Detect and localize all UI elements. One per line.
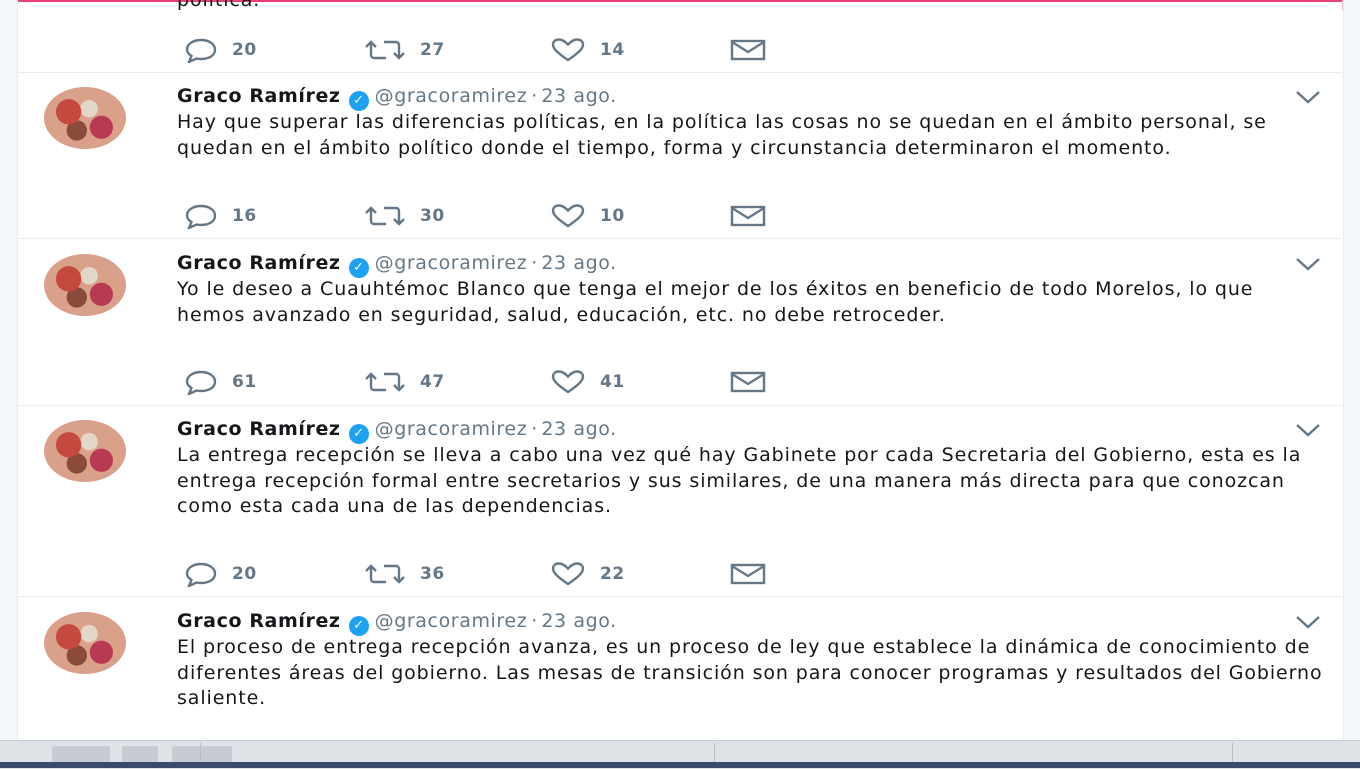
envelope-icon — [730, 39, 766, 61]
verified-badge-icon: ✓ — [348, 616, 369, 636]
tweet-actions: 61 47 41 — [184, 368, 824, 396]
verified-badge-icon: ✓ — [348, 91, 369, 111]
header-separator: · — [531, 418, 538, 440]
reply-count: 16 — [232, 206, 257, 226]
tweet-text: El proceso de entrega recepción avanza, … — [177, 636, 1323, 709]
tweet-date[interactable]: 23 ago. — [541, 610, 616, 632]
author-name[interactable]: Graco Ramírez — [177, 418, 341, 440]
tweet-text: Hay que superar las diferencias política… — [177, 111, 1267, 159]
reply-icon — [185, 562, 217, 587]
author-handle[interactable]: @gracoramirez — [375, 418, 528, 440]
direct-message-button[interactable] — [730, 560, 766, 588]
like-button[interactable]: 22 — [550, 560, 625, 588]
timeline: política. 20 27 14 Graco Ramírez ✓ @gracor… — [18, 0, 1342, 740]
tweet-actions: 20 36 22 — [184, 560, 824, 588]
author-handle[interactable]: @gracoramirez — [375, 252, 528, 274]
retweet-button[interactable]: 30 — [364, 202, 445, 230]
avatar[interactable] — [44, 612, 126, 674]
tweet[interactable]: Graco Ramírez ✓ @gracoramirez · 23 ago. El p… — [18, 597, 1342, 740]
header-separator: · — [531, 252, 538, 274]
like-button[interactable]: 14 — [550, 36, 625, 64]
tweet-text: política. — [177, 0, 261, 11]
avatar[interactable] — [44, 87, 126, 149]
taskbar-bottom-strip — [0, 762, 1360, 768]
reply-icon — [185, 38, 217, 63]
direct-message-button[interactable] — [730, 368, 766, 396]
retweet-count: 47 — [420, 372, 445, 392]
envelope-icon — [730, 563, 766, 585]
heart-icon — [551, 38, 585, 62]
retweet-icon — [365, 372, 405, 392]
retweet-count: 36 — [420, 564, 445, 584]
author-name[interactable]: Graco Ramírez — [177, 252, 341, 274]
verified-badge-icon: ✓ — [348, 424, 369, 444]
retweet-button[interactable]: 36 — [364, 560, 445, 588]
like-button[interactable]: 10 — [550, 202, 625, 230]
tweet-header: Graco Ramírez ✓ @gracoramirez · 23 ago. — [177, 251, 617, 278]
like-count: 14 — [600, 40, 625, 60]
tweet[interactable]: Graco Ramírez ✓ @gracoramirez · 23 ago. Hay … — [18, 72, 1342, 239]
direct-message-button[interactable] — [730, 202, 766, 230]
reply-button[interactable]: 16 — [184, 202, 257, 230]
reply-button[interactable]: 20 — [184, 36, 257, 64]
tweet-date[interactable]: 23 ago. — [541, 252, 616, 274]
tweet-text: La entrega recepción se lleva a cabo una… — [177, 444, 1302, 517]
reply-icon — [185, 370, 217, 395]
reply-button[interactable]: 20 — [184, 560, 257, 588]
tweet[interactable]: Graco Ramírez ✓ @gracoramirez · 23 ago. La e… — [18, 405, 1342, 597]
tweet-header: Graco Ramírez ✓ @gracoramirez · 23 ago. — [177, 609, 617, 636]
retweet-button[interactable]: 47 — [364, 368, 445, 396]
reply-icon — [185, 204, 217, 229]
reply-count: 61 — [232, 372, 257, 392]
right-gutter — [1343, 0, 1360, 740]
author-handle[interactable]: @gracoramirez — [375, 85, 528, 107]
avatar[interactable] — [44, 254, 126, 316]
left-gutter — [0, 0, 18, 740]
like-count: 10 — [600, 206, 625, 226]
tweet-actions: 20 27 14 — [184, 36, 824, 64]
retweet-icon — [365, 40, 405, 60]
author-name[interactable]: Graco Ramírez — [177, 85, 341, 107]
like-count: 41 — [600, 372, 625, 392]
like-button[interactable]: 41 — [550, 368, 625, 396]
tweet-actions: 16 30 10 — [184, 202, 824, 230]
heart-icon — [551, 204, 585, 228]
reply-count: 20 — [232, 40, 257, 60]
verified-badge-icon: ✓ — [348, 258, 369, 278]
tweet-header: Graco Ramírez ✓ @gracoramirez · 23 ago. — [177, 417, 617, 444]
retweet-count: 30 — [420, 206, 445, 226]
author-name[interactable]: Graco Ramírez — [177, 610, 341, 632]
heart-icon — [551, 562, 585, 586]
retweet-button[interactable]: 27 — [364, 36, 445, 64]
chevron-down-icon[interactable] — [1295, 615, 1321, 629]
tweet-text: Yo le deseo a Cuauhtémoc Blanco que teng… — [177, 278, 1254, 326]
tweet-date[interactable]: 23 ago. — [541, 418, 616, 440]
retweet-count: 27 — [420, 40, 445, 60]
envelope-icon — [730, 371, 766, 393]
tweet-date[interactable]: 23 ago. — [541, 85, 616, 107]
reply-button[interactable]: 61 — [184, 368, 257, 396]
retweet-icon — [365, 206, 405, 226]
direct-message-button[interactable] — [730, 36, 766, 64]
tweet-header: Graco Ramírez ✓ @gracoramirez · 23 ago. — [177, 84, 617, 111]
reply-count: 20 — [232, 564, 257, 584]
header-separator: · — [531, 85, 538, 107]
envelope-icon — [730, 205, 766, 227]
tweet-partial[interactable]: política. 20 27 14 — [18, 0, 1342, 73]
chevron-down-icon[interactable] — [1295, 423, 1321, 437]
avatar[interactable] — [44, 420, 126, 482]
header-separator: · — [531, 610, 538, 632]
retweet-icon — [365, 564, 405, 584]
author-handle[interactable]: @gracoramirez — [375, 610, 528, 632]
like-count: 22 — [600, 564, 625, 584]
tweet[interactable]: Graco Ramírez ✓ @gracoramirez · 23 ago. Yo l… — [18, 239, 1342, 406]
chevron-down-icon[interactable] — [1295, 90, 1321, 104]
chevron-down-icon[interactable] — [1295, 257, 1321, 271]
heart-icon — [551, 370, 585, 394]
